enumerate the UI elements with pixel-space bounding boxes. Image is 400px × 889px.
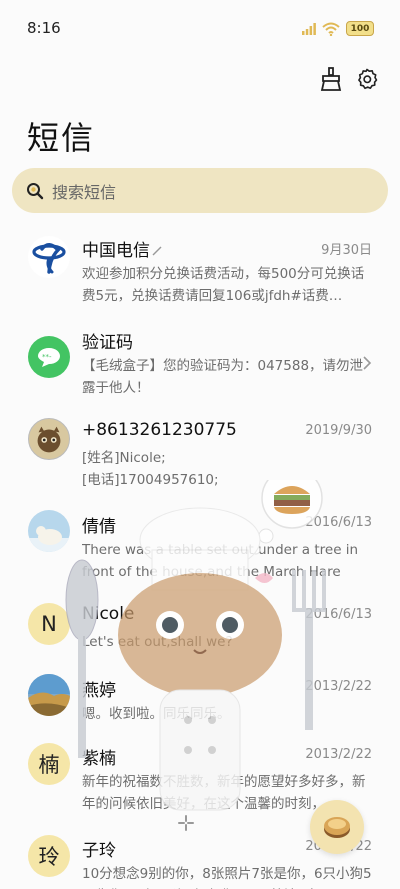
page-title: 短信 bbox=[27, 119, 96, 157]
avatar-letter: 楠 bbox=[28, 743, 70, 785]
floating-action-button[interactable] bbox=[310, 800, 364, 854]
message-item[interactable]: 倩倩 2016/6/13 There was a table set out u… bbox=[0, 510, 400, 582]
message-date: 2013/2/22 bbox=[305, 747, 372, 762]
avatar-letter: 玲 bbox=[28, 835, 70, 877]
message-preview: 10分想念9别的你，8张照片7张是你，6只小狗5只像你，4根骨头3根归你，2爪着… bbox=[82, 866, 372, 889]
message-preview: There was a table set out under a tree i… bbox=[82, 542, 359, 580]
chat-bubble-icon: **- bbox=[38, 348, 60, 367]
message-preview: [姓名]Nicole; [电话]17004957610; bbox=[82, 450, 219, 488]
battery-indicator: 100 bbox=[346, 21, 374, 36]
message-preview: 欢迎参加积分兑换话费活动，每500分可兑换话费5元，兑换话费请回复106或jfd… bbox=[82, 266, 365, 304]
sender-name: 验证码 bbox=[82, 333, 133, 353]
avatar-telecom-logo bbox=[28, 236, 70, 278]
message-preview: Let's eat out,shall we? bbox=[82, 634, 233, 650]
search-input[interactable]: 搜索短信 bbox=[12, 168, 388, 213]
avatar-chat-bubble: **- bbox=[28, 336, 70, 378]
chevron-right-icon bbox=[363, 356, 372, 370]
move-handle-icon[interactable] bbox=[178, 815, 194, 831]
settings-icon bbox=[358, 68, 378, 90]
message-item[interactable]: 燕婷 2013/2/22 嗯。收到啦。同乐同乐。 bbox=[0, 674, 400, 726]
avatar-photo-landscape bbox=[28, 674, 70, 716]
search-placeholder: 搜索短信 bbox=[52, 182, 117, 202]
status-time: 8:16 bbox=[27, 19, 61, 37]
sender-name: 中国电信 bbox=[82, 236, 162, 261]
avatar-photo-cat bbox=[28, 418, 70, 460]
avatar-letter: N bbox=[28, 603, 70, 645]
settings-button[interactable] bbox=[354, 66, 380, 92]
sender-name: 紫楠 bbox=[82, 749, 116, 769]
message-item[interactable]: 中国电信 9月30日 欢迎参加积分兑换话费活动，每500分可兑换话费5元，兑换话… bbox=[0, 236, 400, 316]
message-preview: 【毛绒盒子】您的验证码为：047588，请勿泄露于他人！ bbox=[82, 358, 364, 396]
status-bar: 8:16 100 bbox=[0, 0, 400, 56]
message-preview: 嗯。收到啦。同乐同乐。 bbox=[82, 706, 231, 722]
message-date: 2013/2/22 bbox=[305, 679, 372, 694]
message-date: 2019/9/30 bbox=[305, 423, 372, 438]
sender-name: +8613261230775 bbox=[82, 420, 237, 440]
sender-name: 子玲 bbox=[82, 841, 116, 861]
pencil-icon bbox=[152, 246, 162, 256]
message-date: 9月30日 bbox=[321, 243, 372, 258]
message-date: 2016/6/13 bbox=[305, 607, 372, 622]
message-date: 2016/6/13 bbox=[305, 515, 372, 530]
sender-name: 倩倩 bbox=[82, 517, 116, 537]
status-icons: 100 bbox=[302, 21, 374, 36]
cookie-fab-icon bbox=[324, 817, 350, 838]
message-item[interactable]: N Nicole 2016/6/13 Let's eat out,shall w… bbox=[0, 603, 400, 654]
message-item[interactable]: **- 验证码 【毛绒盒子】您的验证码为：047588，请勿泄露于他人！ bbox=[0, 328, 400, 398]
sender-name: 燕婷 bbox=[82, 681, 116, 701]
svg-text:**-: **- bbox=[42, 353, 52, 361]
avatar-photo-bear bbox=[28, 510, 70, 552]
signal-icon bbox=[302, 22, 316, 35]
sender-name: Nicole bbox=[82, 604, 135, 624]
wifi-icon bbox=[322, 22, 340, 36]
search-icon bbox=[27, 182, 44, 199]
message-item[interactable]: +8613261230775 2019/9/30 [姓名]Nicole; [电话… bbox=[0, 418, 400, 490]
clean-button[interactable] bbox=[318, 66, 344, 92]
clean-icon bbox=[320, 67, 342, 91]
